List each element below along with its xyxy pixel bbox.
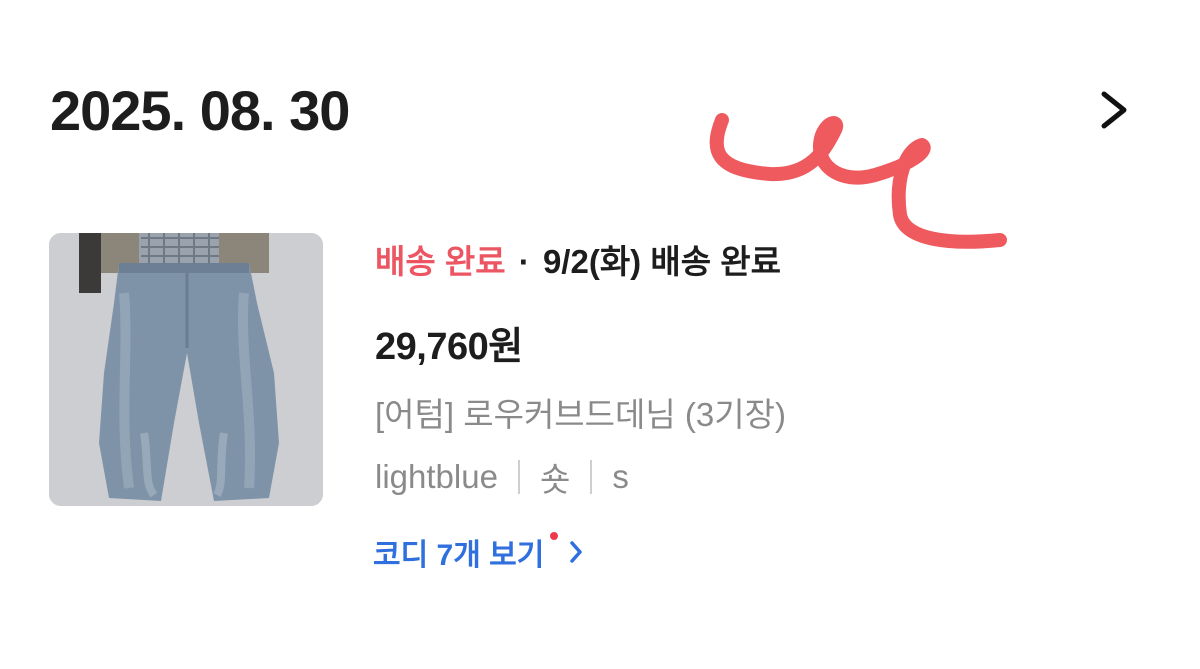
option-size: s bbox=[612, 458, 629, 495]
product-options: lightblue 숏 s bbox=[375, 453, 629, 501]
product-name[interactable]: [어텀] 로우커브드데님 (3기장) bbox=[375, 388, 786, 436]
item-price: 29,760원 bbox=[375, 326, 523, 368]
delivery-status-badge: 배송 완료 bbox=[375, 243, 506, 280]
view-coordi-link[interactable]: 코디 7개 보기 bbox=[373, 530, 584, 574]
delivery-status-line: 배송 완료 · 9/2(화) 배송 완료 bbox=[375, 238, 781, 286]
option-color: lightblue bbox=[375, 458, 498, 495]
product-image bbox=[49, 233, 323, 506]
notification-dot bbox=[550, 532, 559, 540]
status-separator: · bbox=[518, 243, 530, 280]
chevron-right-icon bbox=[570, 541, 583, 563]
view-coordi-label: 코디 7개 보기 bbox=[373, 539, 545, 572]
option-divider bbox=[517, 460, 520, 494]
product-thumbnail[interactable] bbox=[49, 233, 323, 506]
option-length: 숏 bbox=[539, 461, 571, 498]
order-date: 2025. 08. 30 bbox=[50, 79, 350, 142]
chevron-right-icon[interactable] bbox=[1094, 88, 1134, 132]
delivery-date-text: 9/2(화) 배송 완료 bbox=[542, 243, 781, 280]
option-divider bbox=[590, 460, 593, 494]
